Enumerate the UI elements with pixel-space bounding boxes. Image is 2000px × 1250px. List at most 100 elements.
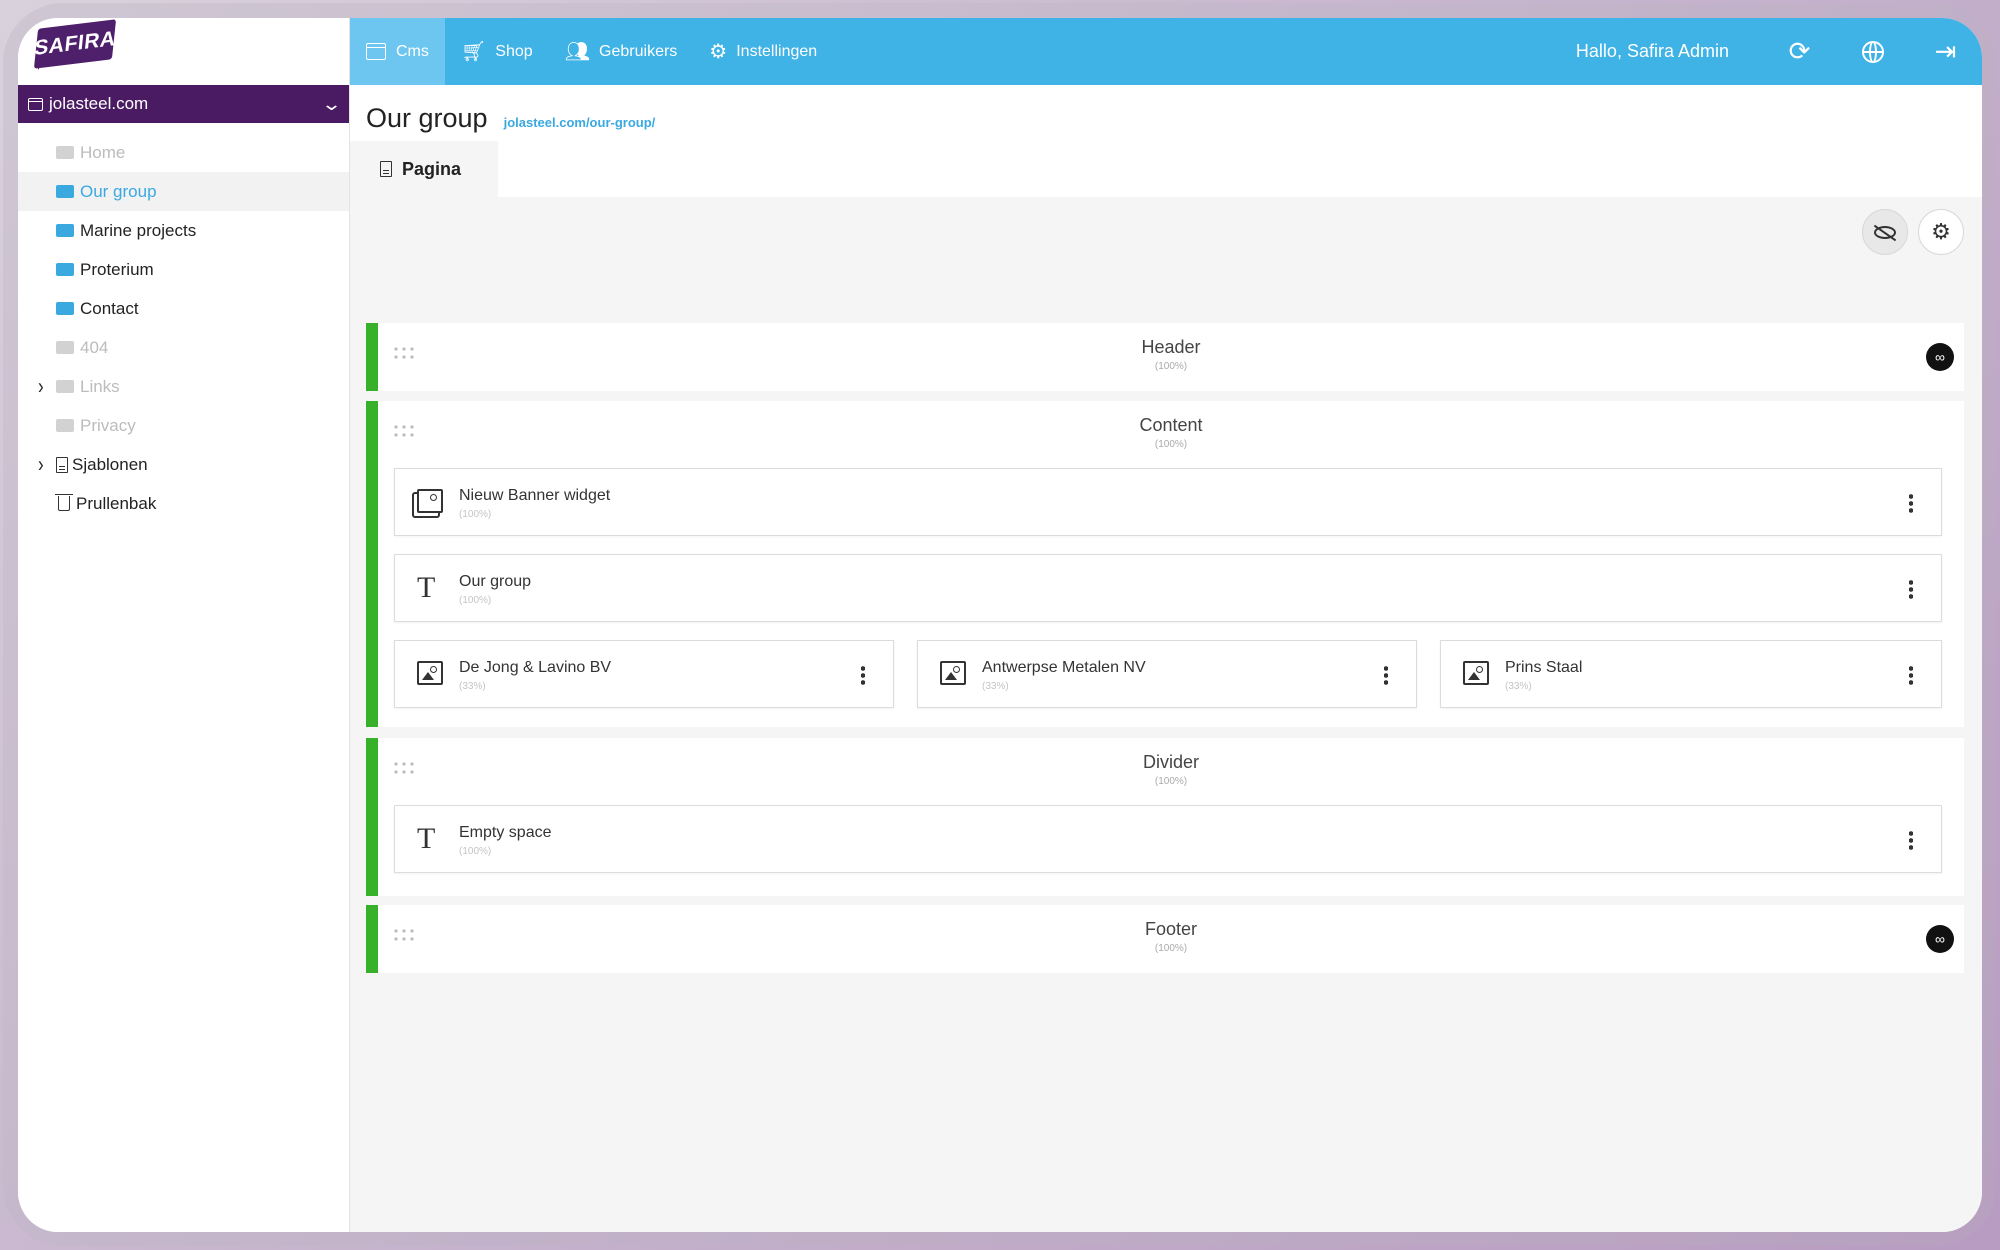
page-title: Our group: [366, 103, 488, 133]
tree-item-links[interactable]: › Links: [18, 367, 349, 406]
refresh-button[interactable]: ⟳: [1763, 18, 1836, 85]
tree-item-contact[interactable]: Contact: [18, 289, 349, 328]
tabs: Pagina: [350, 141, 1982, 197]
link-icon: ∞: [1935, 931, 1945, 947]
page-icon: [56, 341, 74, 354]
widget-title: Prins Staal: [1505, 659, 1583, 676]
tab-label: Pagina: [402, 158, 462, 179]
tree-item-proterium[interactable]: Proterium: [18, 250, 349, 289]
widget-width: (100%): [459, 595, 492, 606]
nav-gebruikers[interactable]: 👥︎ Gebruikers: [549, 18, 694, 85]
more-options-icon[interactable]: [861, 665, 865, 685]
logo-area: SAFIRA: [18, 18, 349, 85]
section-width: (100%): [1154, 361, 1188, 372]
tree-item-home[interactable]: Home: [18, 133, 349, 172]
tree-item-label: Sjablonen: [72, 454, 148, 474]
widget-title: Empty space: [459, 824, 552, 841]
main-area: Our group jolasteel.com/our-group/ Pagin…: [350, 85, 1982, 1232]
tree-item-privacy[interactable]: Privacy: [18, 406, 349, 445]
more-options-icon[interactable]: [1909, 579, 1913, 599]
section-width: (100%): [1154, 943, 1188, 954]
tree-item-label: Our group: [80, 181, 157, 201]
widget-width: (33%): [459, 681, 486, 692]
tree-item-prullenbak[interactable]: Prullenbak: [18, 484, 349, 523]
section-footer[interactable]: Footer (100%) ∞: [366, 905, 1964, 973]
section-width: (100%): [1154, 776, 1188, 787]
drag-handle-icon[interactable]: [392, 927, 414, 945]
widget-title: Our group: [459, 573, 532, 590]
section-header[interactable]: Header (100%) ∞: [366, 323, 1964, 391]
editor-toolbar: ⚙︎: [350, 197, 1982, 267]
nav-label: Shop: [495, 42, 533, 60]
page-header: Our group jolasteel.com/our-group/: [350, 85, 1982, 141]
nav-instellingen[interactable]: ⚙︎ Instellingen: [693, 18, 833, 85]
nav-label: Gebruikers: [599, 42, 678, 60]
section-title: Content: [1139, 415, 1203, 435]
tree-item-404[interactable]: 404: [18, 328, 349, 367]
section-title: Divider: [1142, 752, 1199, 772]
sidebar: SAFIRA jolasteel.com ⌄ Home Our group Ma…: [18, 18, 350, 1232]
section-divider[interactable]: Divider (100%) T Empty space (100%): [366, 738, 1964, 896]
nav-cms[interactable]: Cms: [350, 18, 445, 85]
document-icon: [380, 161, 392, 177]
drag-handle-icon[interactable]: [392, 760, 414, 778]
page-icon: [56, 146, 74, 159]
tree-item-our-group[interactable]: Our group: [18, 172, 349, 211]
text-icon: T: [417, 822, 436, 855]
more-options-icon[interactable]: [1909, 493, 1913, 513]
language-button[interactable]: [1836, 18, 1909, 85]
section-content[interactable]: Content (100%) Nieuw Banner widget (100%…: [366, 401, 1964, 727]
tree-item-marine-projects[interactable]: Marine projects: [18, 211, 349, 250]
page-icon: [56, 419, 74, 432]
tree-item-label: Marine projects: [80, 220, 197, 240]
section-title: Footer: [1144, 919, 1198, 939]
tree-item-label: 404: [80, 337, 109, 357]
banner-image-icon: [417, 489, 443, 515]
more-options-icon[interactable]: [1909, 830, 1913, 850]
link-button[interactable]: ∞: [1926, 343, 1954, 371]
greeting: Hallo, Safira Admin: [1575, 41, 1729, 61]
widget-image-de-jong[interactable]: De Jong & Lavino BV (33%): [394, 640, 894, 708]
link-icon: ∞: [1935, 349, 1945, 365]
tree-item-sjablonen[interactable]: › Sjablonen: [18, 445, 349, 484]
site-selector[interactable]: jolasteel.com ⌄: [18, 85, 349, 123]
tree-item-label: Contact: [80, 298, 139, 318]
widget-image-antwerpse[interactable]: Antwerpse Metalen NV (33%): [917, 640, 1417, 708]
widget-empty-space[interactable]: T Empty space (100%): [394, 805, 1942, 873]
image-icon: [1463, 661, 1489, 687]
logo-tail: [38, 58, 46, 70]
section-width: (100%): [1154, 439, 1188, 450]
cart-icon: 🛒︎: [460, 40, 487, 63]
page-tree: Home Our group Marine projects Proterium…: [18, 123, 349, 523]
text-icon: T: [417, 571, 436, 604]
more-options-icon[interactable]: [1909, 665, 1913, 685]
page-url-link[interactable]: jolasteel.com/our-group/: [504, 115, 656, 130]
chevron-right-icon[interactable]: ›: [38, 452, 44, 478]
screen: SAFIRA jolasteel.com ⌄ Home Our group Ma…: [18, 18, 1982, 1232]
logout-button[interactable]: ⇥: [1909, 18, 1982, 85]
drag-handle-icon[interactable]: [392, 423, 414, 441]
page-settings-button[interactable]: ⚙︎: [1918, 209, 1964, 255]
more-options-icon[interactable]: [1384, 665, 1388, 685]
nav-shop[interactable]: 🛒︎ Shop: [445, 18, 549, 85]
logo[interactable]: SAFIRA: [33, 19, 117, 69]
eye-off-icon: [1874, 225, 1896, 239]
page-icon: [56, 224, 74, 237]
window-icon: [28, 97, 43, 111]
page-icon: [56, 380, 74, 393]
link-button[interactable]: ∞: [1926, 925, 1954, 953]
gear-icon: ⚙︎: [709, 40, 728, 63]
tab-pagina[interactable]: Pagina: [350, 141, 498, 197]
nav-label: Instellingen: [736, 42, 818, 60]
drag-handle-icon[interactable]: [392, 345, 414, 363]
gear-icon: ⚙︎: [1931, 219, 1951, 244]
widget-banner[interactable]: Nieuw Banner widget (100%): [394, 468, 1942, 536]
widget-width: (33%): [1505, 681, 1532, 692]
refresh-icon: ⟳: [1788, 36, 1811, 66]
page-icon: [56, 185, 74, 198]
toggle-visibility-button[interactable]: [1862, 209, 1908, 255]
chevron-right-icon[interactable]: ›: [38, 374, 44, 400]
widget-image-prins-staal[interactable]: Prins Staal (33%): [1440, 640, 1942, 708]
tree-item-label: Proterium: [80, 259, 154, 279]
widget-text-our-group[interactable]: T Our group (100%): [394, 554, 1942, 622]
